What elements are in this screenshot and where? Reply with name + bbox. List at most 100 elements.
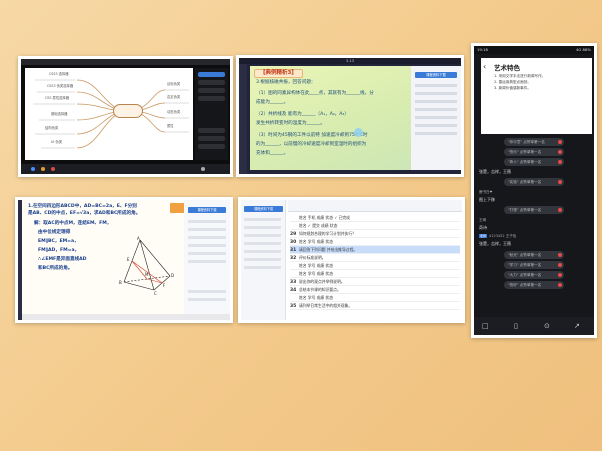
- table-row[interactable]: 35 请列举日常生活中的相关现象。: [290, 302, 460, 310]
- lesson-slide-card: 3-13 【典例精析3】 3.根据核磁共振，回答问题： （1）图的同素异构体在此…: [236, 55, 464, 177]
- panel-download-button[interactable]: 课程资料下载: [188, 207, 226, 213]
- panel-row[interactable]: [188, 220, 226, 223]
- like-notification: "学习" 点赞单第一名: [504, 261, 564, 269]
- slide-line: 发生共析转变时的温度为______。: [256, 121, 325, 126]
- panel-row[interactable]: [415, 116, 457, 119]
- side-panel-item[interactable]: [198, 88, 225, 93]
- slide-line: 的为______，以前慢的冷却速度冷却到室温时的组织为: [256, 142, 367, 147]
- panel-row[interactable]: [188, 252, 226, 255]
- slide-title: 艺术特色: [494, 64, 520, 72]
- slide-line: （1）图的同素异构体在此____点，其就有为______线，分: [256, 91, 374, 96]
- panel-row[interactable]: [188, 290, 226, 293]
- slide-line: （3）时间为45钢的工件以前特 加速度冷却到750℃时: [256, 133, 368, 138]
- chat-message: 鹿书白❤: [479, 190, 493, 194]
- panel-download-button[interactable]: 课程资料下载: [415, 72, 457, 78]
- mindmap-node: 否定伪类: [167, 95, 181, 99]
- vertex-label: C: [154, 291, 157, 296]
- panel-row[interactable]: [188, 228, 226, 231]
- table-row[interactable]: 姓名 手机 成绩 状态 ✓ 已完成: [290, 214, 460, 222]
- tetrahedron-diagram: A B C D E F M: [119, 236, 174, 296]
- table-row[interactable]: 30 姓名 学号 成绩 状态: [290, 238, 460, 246]
- chat-message: 张楚，吉祥，王薇: [479, 169, 511, 174]
- spreadsheet-card: 课程资料下载 姓名 手机 成绩 状态 ✓ 已完成 姓名 ✓ 提交 成绩 状态 2…: [238, 197, 465, 323]
- table-row[interactable]: 29 如何规划合理的学习计划并执行？: [290, 230, 460, 238]
- like-notification: "奇人" 点赞单第一名: [504, 158, 564, 166]
- panel-row[interactable]: [415, 124, 457, 127]
- chat-icon[interactable]: □: [482, 322, 489, 330]
- slide-list-item: 2. 善运用典型点面刻。: [494, 80, 531, 84]
- panel-row[interactable]: [188, 298, 226, 301]
- slide-line: 成能为______。: [256, 100, 289, 105]
- mindmap-center-node: [113, 104, 143, 118]
- phone-icon[interactable]: ▯: [514, 322, 518, 330]
- panel-row[interactable]: [415, 108, 457, 111]
- panel-row[interactable]: [244, 218, 281, 221]
- table-row[interactable]: 姓名 学号 成绩 状态: [290, 262, 460, 270]
- taskbar-tray-icon[interactable]: [201, 167, 205, 171]
- mindmap-node: 基础选择器: [51, 112, 68, 116]
- taskbar-app-icon[interactable]: [31, 167, 35, 171]
- chat-message: 奇诗: [479, 225, 487, 230]
- table-row-selected[interactable]: 31 请回答下列问题 并给出推导过程。: [290, 246, 460, 254]
- table-row[interactable]: 姓名 ✓ 提交 成绩 状态: [290, 222, 460, 230]
- back-arrow-icon[interactable]: ‹: [483, 62, 486, 71]
- panel-row[interactable]: [415, 92, 457, 95]
- mindmap-node: 动态伪类: [167, 110, 181, 114]
- side-panel-item[interactable]: [198, 128, 225, 133]
- panel-row[interactable]: [188, 244, 226, 247]
- panel-row[interactable]: [244, 258, 281, 261]
- table-row[interactable]: 34 总结本节课的知识要点。: [290, 286, 460, 294]
- table-row[interactable]: 32 评价标准说明。: [290, 254, 460, 262]
- taskbar-app-icon[interactable]: [51, 167, 55, 171]
- solution-text: FM∥AD，FM=a，: [38, 248, 80, 253]
- panel-row[interactable]: [415, 84, 457, 87]
- panel-row[interactable]: [244, 242, 281, 245]
- table-row[interactable]: 33 说出你的观点并举例说明。: [290, 278, 460, 286]
- phone-screen: 19:18 4G 88% ‹ 艺术特色 1. 采用文学手法进行新闻写作。 2. …: [474, 46, 594, 335]
- table-row[interactable]: 姓名 学号 成绩 状态: [290, 270, 460, 278]
- side-panel-item[interactable]: [198, 80, 225, 85]
- panel-download-button[interactable]: 课程资料下载: [244, 206, 283, 212]
- like-notification: "快好" 点赞单第一名: [504, 281, 564, 289]
- geometry-right-panel: 课程资料下载: [184, 200, 230, 314]
- panel-row[interactable]: [244, 234, 281, 237]
- panel-row[interactable]: [415, 132, 457, 135]
- slide-heading: 【典例精析3】: [254, 69, 303, 78]
- slide-list-item: 3. 新闻价值感新事件。: [494, 86, 531, 90]
- like-notification: "大力" 点赞单第一名: [504, 271, 564, 279]
- mindmap-node: CSS3 选择器: [49, 72, 69, 76]
- side-panel-item[interactable]: [198, 136, 225, 141]
- panel-row[interactable]: [188, 260, 226, 263]
- mindmap-node: 属性: [167, 124, 174, 128]
- side-panel-item[interactable]: [198, 96, 225, 101]
- vertex-label: A: [137, 236, 140, 241]
- vertex-label: M: [145, 272, 149, 277]
- panel-row[interactable]: [244, 266, 281, 269]
- camera-icon[interactable]: ⊙: [544, 322, 550, 330]
- like-notification: "实验" 点赞单第一名: [504, 178, 564, 186]
- panel-row[interactable]: [188, 236, 226, 239]
- table-row[interactable]: 姓名 学号 成绩 状态: [290, 294, 460, 302]
- spreadsheet-grid: 姓名 手机 成绩 状态 ✓ 已完成 姓名 ✓ 提交 成绩 状态 29 如何规划合理…: [288, 200, 462, 320]
- vertex-label: B: [119, 280, 122, 285]
- side-panel-header[interactable]: [198, 72, 225, 77]
- mindmap-node: 结构伪类: [45, 126, 59, 130]
- slide-line: 充体和______。: [256, 151, 289, 156]
- slide-list-item: 1. 采用文学手法进行新闻写作。: [494, 74, 546, 78]
- share-icon[interactable]: ↗: [574, 322, 580, 330]
- status-bar: 19:18 4G 88%: [474, 46, 594, 54]
- pointer-cursor: [354, 128, 363, 137]
- side-panel-item[interactable]: [198, 144, 225, 149]
- taskbar-app-icon[interactable]: [41, 167, 45, 171]
- mindmap-taskbar: [21, 164, 230, 174]
- spreadsheet-screen: 课程资料下载 姓名 手机 成绩 状态 ✓ 已完成 姓名 ✓ 提交 成绩 状态 2…: [241, 200, 462, 320]
- panel-row[interactable]: [415, 100, 457, 103]
- panel-row[interactable]: [244, 226, 281, 229]
- window-title: 3-13: [239, 58, 461, 64]
- solution-text: EM∥BC，EM=a，: [38, 239, 79, 244]
- slide-line: （2）共析线及 能有为______（A₁，A₂，A₃）: [256, 112, 349, 117]
- status-time: 19:18: [477, 47, 488, 52]
- mindmap-node: 目标伪类: [167, 82, 181, 86]
- panel-row[interactable]: [244, 250, 281, 253]
- vertex-label: F: [163, 283, 166, 288]
